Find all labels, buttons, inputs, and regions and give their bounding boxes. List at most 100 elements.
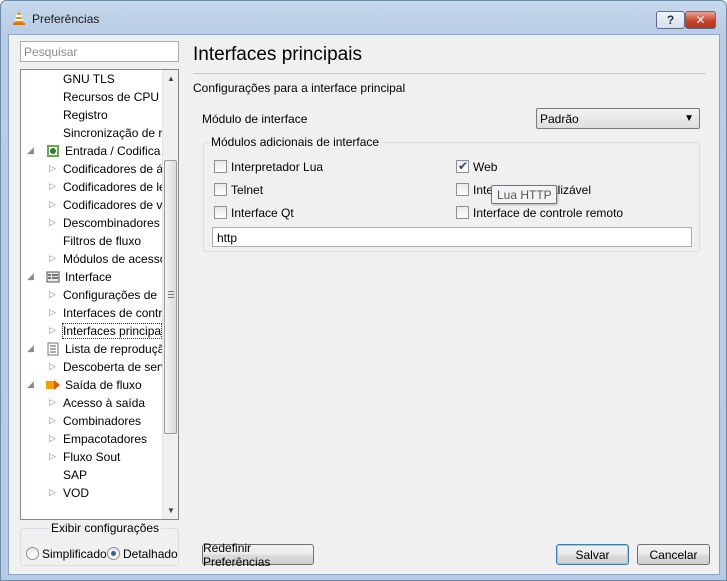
collapsed-arrow-icon[interactable]: ▷ bbox=[49, 181, 56, 192]
close-button[interactable]: ✕ bbox=[685, 11, 716, 29]
reset-preferences-label: Redefinir Preferências bbox=[203, 540, 271, 569]
telnet-checkbox[interactable] bbox=[214, 183, 227, 196]
tree-item-label: Codificadores de v bbox=[63, 198, 163, 212]
collapsed-arrow-icon[interactable]: ▷ bbox=[49, 217, 56, 228]
cancel-button[interactable]: Cancelar bbox=[637, 544, 710, 565]
web-checkbox[interactable] bbox=[456, 159, 469, 173]
expanded-arrow-icon[interactable]: ◢ bbox=[27, 379, 34, 390]
tree-item[interactable]: GNU TLS bbox=[21, 70, 164, 88]
collapsed-arrow-icon[interactable]: ▷ bbox=[49, 253, 56, 264]
save-label: Salvar bbox=[575, 547, 610, 562]
tree-item[interactable]: ▷ Combinadores bbox=[21, 412, 164, 430]
tree-item-label: Lista de reprodução bbox=[65, 342, 164, 356]
tree-item[interactable]: ◢ Saída de fluxo bbox=[21, 376, 164, 394]
tree-item[interactable]: ▷ Codificadores de v bbox=[21, 196, 164, 214]
tree-item-label: Descoberta de serv bbox=[63, 360, 164, 374]
simple-radio-label[interactable]: Simplificado bbox=[42, 547, 107, 561]
skinnable-interface-label[interactable]: Inte bbox=[473, 183, 493, 197]
skinnable-interface-checkbox[interactable] bbox=[456, 183, 469, 196]
interface-module-value: Padrão bbox=[540, 112, 579, 126]
tooltip: Lua HTTP bbox=[491, 185, 557, 204]
tree-item[interactable]: Sincronização de r bbox=[21, 124, 164, 142]
input-codecs-icon bbox=[47, 145, 59, 157]
collapsed-arrow-icon[interactable]: ▷ bbox=[49, 487, 56, 498]
collapsed-arrow-icon[interactable]: ▷ bbox=[49, 415, 56, 426]
tree-item[interactable]: Recursos de CPU bbox=[21, 88, 164, 106]
collapsed-arrow-icon[interactable]: ▷ bbox=[49, 433, 56, 444]
tree-scrollbar[interactable]: ▲ ▼ bbox=[162, 70, 178, 519]
collapsed-arrow-icon[interactable]: ▷ bbox=[49, 361, 56, 372]
modules-text-input[interactable]: http bbox=[212, 227, 692, 247]
tree-item[interactable]: Filtros de fluxo bbox=[21, 232, 164, 250]
tree-item[interactable]: ▷ Interfaces de contr bbox=[21, 304, 164, 322]
expanded-arrow-icon[interactable]: ◢ bbox=[27, 343, 34, 354]
tree-item[interactable]: ▷ Fluxo Sout bbox=[21, 448, 164, 466]
title-bar[interactable]: Preferências ? ✕ bbox=[1, 1, 726, 35]
lua-interpreter-label[interactable]: Interpretador Lua bbox=[231, 160, 323, 174]
tree-item[interactable]: ▷ VOD bbox=[21, 484, 164, 502]
tree-item[interactable]: ◢ Lista de reprodução bbox=[21, 340, 164, 358]
tree-item-label: Sincronização de r bbox=[63, 126, 163, 140]
cancel-label: Cancelar bbox=[649, 547, 698, 562]
tree-item-label: GNU TLS bbox=[63, 72, 115, 86]
tree-item[interactable]: ▷ Descombinadores bbox=[21, 214, 164, 232]
help-button[interactable]: ? bbox=[656, 11, 685, 29]
telnet-label[interactable]: Telnet bbox=[231, 183, 263, 197]
web-label[interactable]: Web bbox=[473, 160, 497, 174]
qt-interface-checkbox[interactable] bbox=[214, 206, 227, 219]
collapsed-arrow-icon[interactable]: ▷ bbox=[49, 163, 56, 174]
tree-item-label: Acesso à saída bbox=[63, 396, 146, 410]
show-settings-group: Exibir configurações Simplificado Detalh… bbox=[20, 521, 179, 566]
collapsed-arrow-icon[interactable]: ▷ bbox=[49, 325, 56, 336]
tree-item-label: Recursos de CPU bbox=[63, 90, 160, 104]
scroll-thumb[interactable] bbox=[164, 160, 177, 434]
all-radio-label[interactable]: Detalhado bbox=[123, 547, 178, 561]
reset-preferences-button[interactable]: Redefinir Preferências bbox=[202, 541, 314, 569]
interface-module-select[interactable]: Padrão ▼ bbox=[536, 108, 700, 129]
tree-item[interactable]: ▷ Interfaces principa bbox=[21, 322, 164, 340]
tree-item[interactable]: ▷ Configurações de bbox=[21, 286, 164, 304]
tree-item[interactable]: ◢ Interface bbox=[21, 268, 164, 286]
tree-item[interactable]: ▷ Descoberta de serv bbox=[21, 358, 164, 376]
scroll-up-icon[interactable]: ▲ bbox=[163, 70, 178, 87]
tree-item[interactable]: ▷ Acesso à saída bbox=[21, 394, 164, 412]
interface-module-label: Módulo de interface bbox=[202, 112, 308, 126]
category-tree[interactable]: GNU TLS Recursos de CPU Registro Sincroniza… bbox=[20, 69, 179, 520]
tree-item-label: Codificadores de á bbox=[63, 162, 164, 176]
qt-interface-label[interactable]: Interface Qt bbox=[231, 206, 294, 220]
collapsed-arrow-icon[interactable]: ▷ bbox=[49, 451, 56, 462]
expanded-arrow-icon[interactable]: ◢ bbox=[27, 145, 34, 156]
expanded-arrow-icon[interactable]: ◢ bbox=[27, 271, 34, 282]
collapsed-arrow-icon[interactable]: ▷ bbox=[49, 289, 56, 300]
collapsed-arrow-icon[interactable]: ▷ bbox=[49, 397, 56, 408]
stream-output-icon bbox=[46, 380, 60, 390]
tree-item-label: Configurações de bbox=[63, 288, 158, 302]
tree-item[interactable]: ▷ Módulos de acesso bbox=[21, 250, 164, 268]
window-title: Preferências bbox=[32, 12, 100, 26]
tree-item-label: Fluxo Sout bbox=[63, 450, 121, 464]
lua-interpreter-checkbox[interactable] bbox=[214, 160, 227, 173]
grip-icon bbox=[168, 291, 174, 298]
tree-item[interactable]: SAP bbox=[21, 466, 164, 484]
tree-item[interactable]: ▷ Codificadores de le bbox=[21, 178, 164, 196]
save-button[interactable]: Salvar bbox=[556, 544, 629, 565]
dialog-client-area: Pesquisar GNU TLS Recursos de CPU Registro… bbox=[8, 34, 720, 575]
extra-modules-legend: Módulos adicionais de interface bbox=[209, 135, 382, 149]
tree-item[interactable]: ▷ Codificadores de á bbox=[21, 160, 164, 178]
chevron-down-icon: ▼ bbox=[684, 113, 694, 124]
simple-radio[interactable] bbox=[26, 547, 39, 560]
collapsed-arrow-icon[interactable]: ▷ bbox=[49, 199, 56, 210]
remote-control-checkbox[interactable] bbox=[456, 206, 469, 219]
tree-item-label: Módulos de acesso bbox=[63, 252, 164, 266]
search-input[interactable]: Pesquisar bbox=[20, 41, 179, 62]
scroll-down-icon[interactable]: ▼ bbox=[163, 502, 178, 519]
tree-item[interactable]: Registro bbox=[21, 106, 164, 124]
collapsed-arrow-icon[interactable]: ▷ bbox=[49, 307, 56, 318]
tree-item[interactable]: ◢ Entrada / Codifica bbox=[21, 142, 164, 160]
tree-item[interactable]: ▷ Empacotadores bbox=[21, 430, 164, 448]
remote-control-label[interactable]: Interface de controle remoto bbox=[473, 206, 623, 220]
all-radio[interactable] bbox=[107, 547, 120, 560]
tree-item-label: Descombinadores bbox=[63, 216, 160, 230]
page-subtitle: Configurações para a interface principal bbox=[193, 81, 406, 95]
skinnable-interface-label-tail[interactable]: alizável bbox=[551, 183, 591, 197]
